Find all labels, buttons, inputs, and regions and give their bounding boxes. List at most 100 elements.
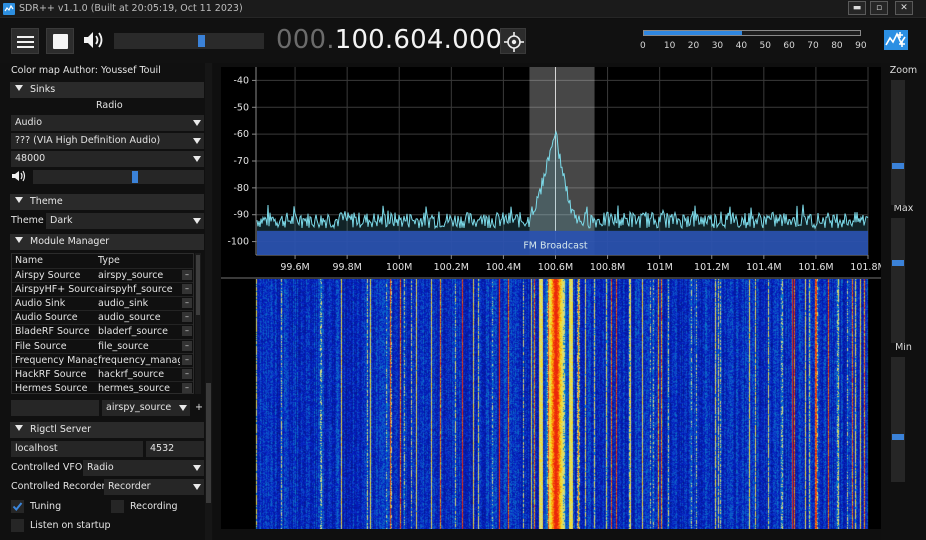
- sinks-header[interactable]: Sinks: [10, 82, 204, 98]
- zoom-slider[interactable]: [891, 80, 905, 205]
- remove-module-button[interactable]: –: [182, 368, 192, 379]
- sink-volume-slider[interactable]: [33, 170, 204, 184]
- crosshair-icon: [504, 32, 524, 52]
- table-row[interactable]: BladeRF Source bladerf_source –: [12, 324, 193, 338]
- module-table: Name Type Airspy Source airspy_source – Air…: [11, 253, 194, 394]
- remove-module-button[interactable]: –: [182, 382, 192, 393]
- module-type: frequency_manager: [98, 354, 180, 366]
- chevron-down-icon: [193, 465, 201, 471]
- zoom-slider-knob[interactable]: [892, 163, 904, 170]
- column-header-name[interactable]: Name: [15, 254, 43, 268]
- min-slider[interactable]: [891, 357, 905, 482]
- sdrpp-logo-icon: [884, 30, 908, 50]
- add-module-button[interactable]: +: [195, 402, 203, 413]
- stop-button[interactable]: [46, 28, 74, 54]
- chevron-down-icon: [179, 405, 187, 411]
- sink-tab-radio[interactable]: Radio: [96, 100, 123, 111]
- remove-module-button[interactable]: –: [182, 312, 192, 323]
- x-tick-label: 99.6M: [280, 262, 309, 273]
- module-manager-header[interactable]: Module Manager: [10, 234, 204, 250]
- table-row[interactable]: HackRF Source hackrf_source –: [12, 366, 193, 381]
- max-slider[interactable]: [891, 218, 905, 343]
- close-button[interactable]: ✕: [895, 1, 913, 15]
- samplerate-select[interactable]: 48000: [11, 151, 204, 167]
- x-tick-label: 101.2M: [694, 262, 729, 273]
- sink-type-select[interactable]: Audio: [11, 115, 204, 131]
- volume-slider-knob[interactable]: [198, 35, 206, 47]
- table-row[interactable]: File Source file_source –: [12, 338, 193, 353]
- snr-meter: [643, 30, 861, 36]
- module-type: audio_source: [98, 312, 161, 324]
- frequency-digits[interactable]: 100.604.000: [335, 25, 503, 55]
- column-header-type[interactable]: Type: [98, 254, 120, 268]
- volume-slider[interactable]: [114, 33, 264, 49]
- remove-module-button[interactable]: –: [182, 340, 192, 351]
- module-name: Audio Source: [15, 312, 78, 324]
- module-type: bladerf_source: [98, 326, 168, 338]
- chevron-down-icon: [193, 120, 201, 126]
- table-row[interactable]: AirspyHF+ Source airspyhf_source –: [12, 282, 193, 296]
- menu-button[interactable]: [11, 28, 39, 54]
- controlled-recorder-select[interactable]: Recorder: [104, 479, 204, 495]
- side-menu-scrollbar-thumb[interactable]: [206, 383, 211, 503]
- snr-tick-label: 20: [687, 41, 700, 51]
- x-tick-label: 100.2M: [434, 262, 469, 273]
- maximize-button[interactable]: ▫: [870, 1, 888, 15]
- rigctl-host-input[interactable]: localhost: [11, 441, 143, 457]
- table-row[interactable]: Airspy Source airspy_source –: [12, 268, 193, 282]
- rigctl-port-input[interactable]: 4532: [146, 441, 204, 457]
- module-table-scrollbar[interactable]: [195, 253, 201, 394]
- fft-spectrum[interactable]: FM Broadcast -40-50-60-70-80-90-100 99.6…: [221, 67, 881, 277]
- snr-tick-label: 90: [855, 41, 867, 51]
- remove-module-button[interactable]: –: [182, 354, 192, 365]
- controlled-vfo-label: Controlled VFO: [11, 462, 83, 473]
- minimize-button[interactable]: ▬: [848, 1, 866, 15]
- frequency-digits-leading[interactable]: 000.: [276, 25, 335, 55]
- frequency-display[interactable]: 000.100.604.000: [276, 25, 502, 55]
- snr-tick-label: 80: [831, 41, 843, 51]
- about-button[interactable]: [883, 28, 909, 52]
- waterfall-display[interactable]: [221, 279, 881, 529]
- x-tick-label: 101.8M: [850, 262, 881, 273]
- module-name-input[interactable]: [11, 400, 99, 416]
- table-row[interactable]: Frequency Managerfrequency_manager–: [12, 352, 193, 367]
- module-type-select[interactable]: airspy_source: [102, 400, 190, 416]
- remove-module-button[interactable]: –: [182, 270, 192, 280]
- tuning-checkbox[interactable]: [11, 500, 24, 513]
- stop-icon: [53, 34, 68, 49]
- hamburger-icon: [17, 36, 34, 38]
- module-name: File Source: [15, 340, 67, 352]
- chevron-down-icon: [193, 484, 201, 490]
- remove-module-button[interactable]: –: [182, 326, 192, 337]
- table-row[interactable]: Audio Sink audio_sink –: [12, 296, 193, 310]
- y-tick-label: -100: [227, 237, 249, 248]
- title-bar: SDR++ v1.1.0 (Built at 20:05:19, Oct 11 …: [0, 0, 926, 18]
- center-tuning-button[interactable]: [500, 28, 526, 54]
- min-slider-knob[interactable]: [892, 434, 904, 441]
- snr-tick-label: 10: [663, 41, 676, 51]
- remove-module-button[interactable]: –: [182, 298, 192, 309]
- audio-device-select[interactable]: ??? (VIA High Definition Audio): [11, 133, 204, 149]
- controlled-vfo-select[interactable]: Radio: [83, 460, 204, 476]
- snr-tick-label: 30: [711, 41, 724, 51]
- side-menu: Color map Author: Youssef Touil Sinks Ra…: [0, 63, 213, 540]
- checkmark-icon: [12, 502, 23, 512]
- speaker-icon[interactable]: [11, 169, 27, 183]
- remove-module-button[interactable]: –: [182, 284, 192, 295]
- theme-select[interactable]: Dark: [46, 213, 204, 229]
- sink-volume-knob[interactable]: [132, 171, 138, 183]
- max-slider-knob[interactable]: [892, 259, 904, 266]
- snr-meter-fill: [644, 31, 743, 35]
- rigctl-header[interactable]: Rigctl Server: [10, 422, 204, 438]
- snr-tick-label: 70: [807, 41, 819, 51]
- x-tick-label: 100M: [386, 262, 412, 273]
- table-row[interactable]: Hermes Source hermes_source –: [12, 380, 193, 393]
- mute-button[interactable]: [80, 28, 108, 54]
- collapse-arrow-icon: [15, 197, 23, 203]
- side-menu-scrollbar[interactable]: [205, 63, 212, 540]
- listen-on-startup-checkbox[interactable]: [11, 519, 24, 532]
- x-tick-label: 100.8M: [590, 262, 625, 273]
- theme-header[interactable]: Theme: [10, 194, 204, 210]
- table-row[interactable]: Audio Source audio_source –: [12, 310, 193, 324]
- recording-checkbox[interactable]: [111, 500, 124, 513]
